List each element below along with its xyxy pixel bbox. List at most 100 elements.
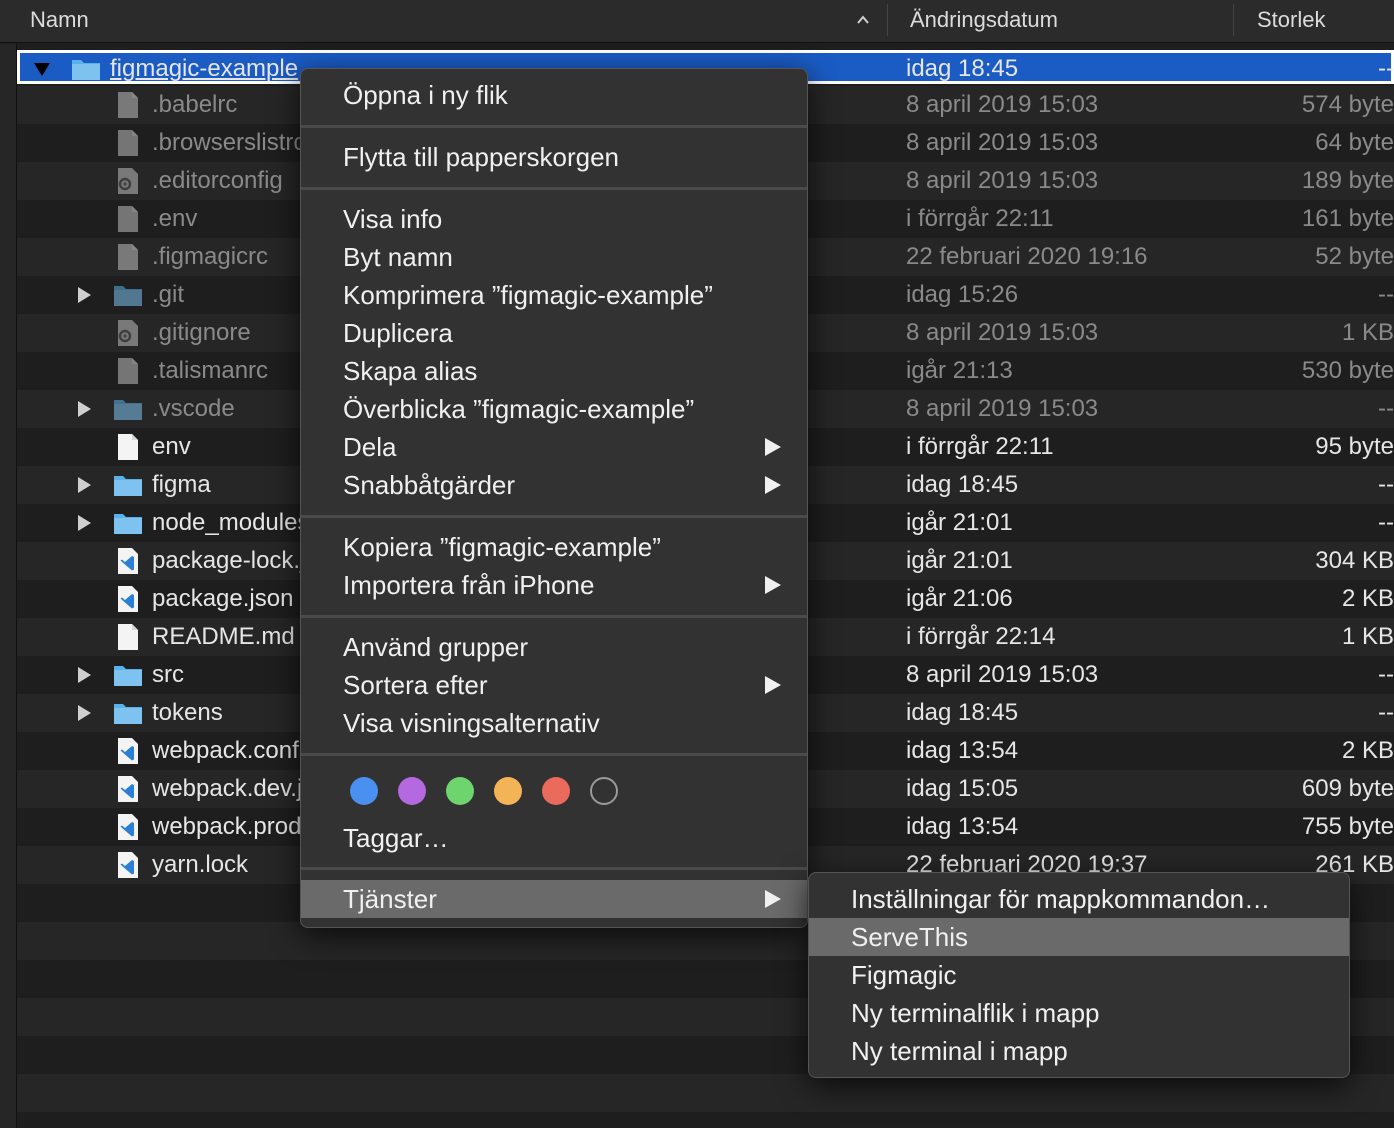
menu-item-view-options[interactable]: Visa visningsalternativ — [301, 704, 807, 742]
vscode-file-icon — [118, 852, 138, 878]
tag-color-dot[interactable] — [446, 777, 474, 805]
file-date: 8 april 2019 15:03 — [906, 91, 1099, 118]
file-name: .vscode — [152, 395, 235, 422]
file-date: 8 april 2019 15:03 — [906, 395, 1099, 422]
file-name: package.json — [152, 585, 294, 612]
file-date: idag 18:45 — [906, 55, 1019, 82]
config-file-icon — [118, 168, 138, 194]
file-size: 304 KB — [1315, 547, 1394, 574]
tag-color-dot[interactable] — [350, 777, 378, 805]
menu-item-sort-by[interactable]: Sortera efter — [301, 666, 807, 704]
menu-item-label: Skapa alias — [343, 356, 478, 386]
menu-item-tags[interactable]: Taggar… — [301, 819, 807, 857]
menu-item-new-terminal-tab[interactable]: Ny terminalflik i mapp — [809, 994, 1349, 1032]
menu-item-label: Dela — [343, 432, 397, 462]
menu-item-copy[interactable]: Kopiera ”figmagic-example” — [301, 528, 807, 566]
menu-item-label: Visa visningsalternativ — [343, 708, 600, 738]
document-icon — [118, 130, 138, 156]
disclosure-collapsed-icon[interactable] — [75, 704, 93, 722]
menu-item-services[interactable]: Tjänster — [301, 880, 807, 918]
column-divider[interactable] — [887, 4, 888, 36]
file-size: 530 byte — [1301, 357, 1394, 384]
menu-item-label: Överblicka ”figmagic-example” — [343, 394, 695, 424]
tag-color-dot[interactable] — [542, 777, 570, 805]
menu-item-quick-look[interactable]: Överblicka ”figmagic-example” — [301, 390, 807, 428]
name-column-header[interactable]: Namn — [30, 0, 89, 43]
context-menu: Öppna i ny flik Flytta till papperskorge… — [300, 68, 808, 928]
menu-item-label: Snabbåtgärder — [343, 470, 516, 500]
column-divider[interactable] — [1233, 4, 1234, 36]
menu-item-label: Byt namn — [343, 242, 453, 272]
file-size: -- — [1378, 55, 1394, 82]
menu-item-open-new-tab[interactable]: Öppna i ny flik — [301, 76, 807, 114]
file-size: -- — [1378, 509, 1394, 536]
file-date: idag 13:54 — [906, 813, 1019, 840]
menu-item-import-iphone[interactable]: Importera från iPhone — [301, 566, 807, 604]
file-size: -- — [1378, 661, 1394, 688]
menu-item-serve-this[interactable]: ServeThis — [809, 918, 1349, 956]
file-size: 2 KB — [1341, 737, 1394, 764]
menu-item-compress[interactable]: Komprimera ”figmagic-example” — [301, 276, 807, 314]
menu-item-label: Ny terminal i mapp — [851, 1036, 1068, 1066]
file-name: .editorconfig — [152, 167, 283, 194]
file-size: 161 byte — [1301, 205, 1394, 232]
file-date: i förrgår 22:14 — [906, 623, 1056, 650]
file-name: env — [152, 433, 191, 460]
disclosure-collapsed-icon[interactable] — [75, 666, 93, 684]
menu-item-share[interactable]: Dela — [301, 428, 807, 466]
document-icon — [118, 434, 138, 460]
menu-item-folder-actions[interactable]: Inställningar för mappkommandon… — [809, 880, 1349, 918]
file-size: 1 KB — [1341, 623, 1394, 650]
menu-item-move-to-trash[interactable]: Flytta till papperskorgen — [301, 138, 807, 176]
menu-item-rename[interactable]: Byt namn — [301, 238, 807, 276]
file-date: idag 15:26 — [906, 281, 1019, 308]
vscode-file-icon — [118, 548, 138, 574]
file-date: 8 april 2019 15:03 — [906, 167, 1099, 194]
menu-item-new-terminal[interactable]: Ny terminal i mapp — [809, 1032, 1349, 1070]
menu-separator — [301, 867, 807, 870]
sort-ascending-icon[interactable] — [855, 12, 871, 28]
submenu-arrow-icon — [765, 476, 781, 494]
menu-item-quick-actions[interactable]: Snabbåtgärder — [301, 466, 807, 504]
file-date: 22 februari 2020 19:16 — [906, 243, 1148, 270]
date-column-header[interactable]: Ändringsdatum — [910, 0, 1058, 43]
submenu-arrow-icon — [765, 676, 781, 694]
file-date: igår 21:01 — [906, 509, 1013, 536]
file-size: 574 byte — [1301, 91, 1394, 118]
file-date: idag 18:45 — [906, 699, 1019, 726]
menu-item-label: Inställningar för mappkommandon… — [851, 884, 1271, 914]
menu-item-use-groups[interactable]: Använd grupper — [301, 628, 807, 666]
vscode-file-icon — [118, 738, 138, 764]
menu-item-label: Använd grupper — [343, 632, 529, 662]
tag-color-dot[interactable] — [494, 777, 522, 805]
menu-item-get-info[interactable]: Visa info — [301, 200, 807, 238]
disclosure-collapsed-icon[interactable] — [75, 476, 93, 494]
disclosure-expanded-icon[interactable] — [33, 60, 51, 78]
folder-icon — [114, 514, 142, 534]
disclosure-collapsed-icon[interactable] — [75, 400, 93, 418]
size-column-header[interactable]: Storlek — [1257, 0, 1325, 43]
disclosure-collapsed-icon[interactable] — [75, 286, 93, 304]
file-name: .babelrc — [152, 91, 238, 118]
menu-item-label: Sortera efter — [343, 670, 488, 700]
disclosure-collapsed-icon[interactable] — [75, 514, 93, 532]
menu-item-figmagic[interactable]: Figmagic — [809, 956, 1349, 994]
menu-item-duplicate[interactable]: Duplicera — [301, 314, 807, 352]
tag-none-icon[interactable] — [590, 777, 618, 805]
empty-row — [17, 1074, 1394, 1112]
menu-item-label: Öppna i ny flik — [343, 80, 508, 110]
file-size: 1 KB — [1341, 319, 1394, 346]
file-size: -- — [1378, 471, 1394, 498]
file-date: igår 21:06 — [906, 585, 1013, 612]
document-icon — [118, 358, 138, 384]
menu-separator — [301, 515, 807, 518]
vscode-file-icon — [118, 814, 138, 840]
file-date: igår 21:13 — [906, 357, 1013, 384]
menu-item-make-alias[interactable]: Skapa alias — [301, 352, 807, 390]
file-name: .git — [152, 281, 185, 308]
folder-icon — [114, 286, 142, 306]
file-size: -- — [1378, 281, 1394, 308]
tag-color-dot[interactable] — [398, 777, 426, 805]
file-name: .talismanrc — [152, 357, 269, 384]
file-date: i förrgår 22:11 — [906, 433, 1054, 460]
